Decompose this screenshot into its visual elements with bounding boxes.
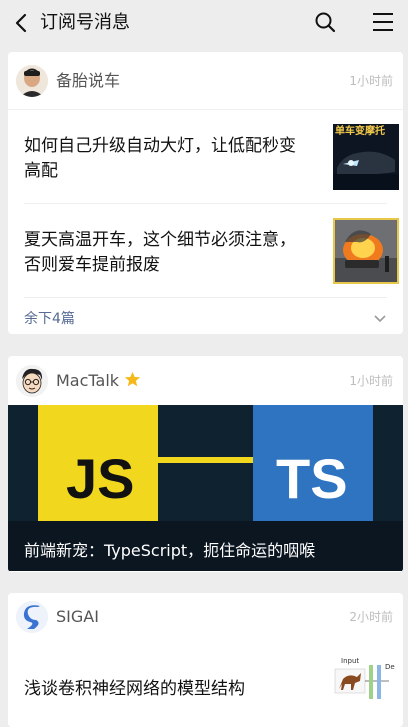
thumbnail-input-label: Input (341, 657, 360, 665)
avatar[interactable] (16, 65, 48, 97)
more-articles-label: 余下4篇 (24, 311, 75, 327)
star-icon (124, 371, 141, 387)
thumbnail-caption: 单车变摩托 (335, 126, 385, 137)
timestamp: 1小时前 (349, 74, 393, 88)
article-item[interactable]: 浅谈卷积神经网络的模型结构 Input De (24, 641, 399, 727)
article-thumbnail: Input De (333, 657, 399, 723)
article-thumbnail: 单车变摩托 (333, 124, 399, 190)
more-articles-row[interactable]: 余下4篇 (24, 298, 387, 334)
account-name[interactable]: 备胎说车 (56, 71, 120, 91)
back-arrow-icon[interactable] (10, 11, 34, 35)
timestamp: 2小时前 (349, 610, 393, 624)
subscription-card-sigai: SIGAI 2小时前 浅谈卷积神经网络的模型结构 Input De (8, 593, 403, 727)
avatar[interactable] (16, 365, 48, 397)
card-header: 备胎说车 1小时前 (8, 52, 403, 110)
subscription-card-beitai: 备胎说车 1小时前 如何自己升级自动大灯，让低配秒变高配 单车变摩托 夏天高温开… (8, 52, 403, 334)
page-title: 订阅号消息 (40, 12, 130, 33)
search-icon[interactable] (314, 11, 336, 33)
banner-title: 前端新宠：TypeScript，扼住命运的咽喉 (24, 541, 316, 560)
account-name[interactable]: SIGAI (56, 607, 99, 627)
menu-icon[interactable] (372, 12, 394, 32)
article-title: 夏天高温开车，这个细节必须注意，否则爱车提前报废 (24, 230, 296, 275)
article-title: 如何自己升级自动大灯，让低配秒变高配 (24, 136, 296, 181)
ts-logo-text: TS (276, 447, 348, 510)
article-banner[interactable]: JS TS 前端新宠：TypeScript，扼住命运的咽喉 (8, 405, 403, 571)
account-name[interactable]: MacTalk (56, 371, 119, 391)
avatar[interactable] (16, 601, 48, 633)
card-header: SIGAI 2小时前 (8, 593, 403, 641)
card-header: MacTalk 1小时前 (8, 356, 403, 405)
subscription-card-mactalk: MacTalk 1小时前 JS TS 前端新宠：TypeScript，扼住命运的… (8, 356, 403, 572)
timestamp: 1小时前 (349, 374, 393, 388)
article-item[interactable]: 夏天高温开车，这个细节必须注意，否则爱车提前报废 (24, 204, 399, 298)
article-title: 浅谈卷积神经网络的模型结构 (24, 679, 245, 699)
top-bar: 订阅号消息 (0, 0, 408, 46)
chevron-down-icon (374, 315, 386, 323)
article-thumbnail (333, 218, 399, 284)
article-item[interactable]: 如何自己升级自动大灯，让低配秒变高配 单车变摩托 (24, 110, 399, 204)
js-logo-text: JS (66, 447, 135, 510)
thumbnail-de-label: De (385, 663, 395, 671)
